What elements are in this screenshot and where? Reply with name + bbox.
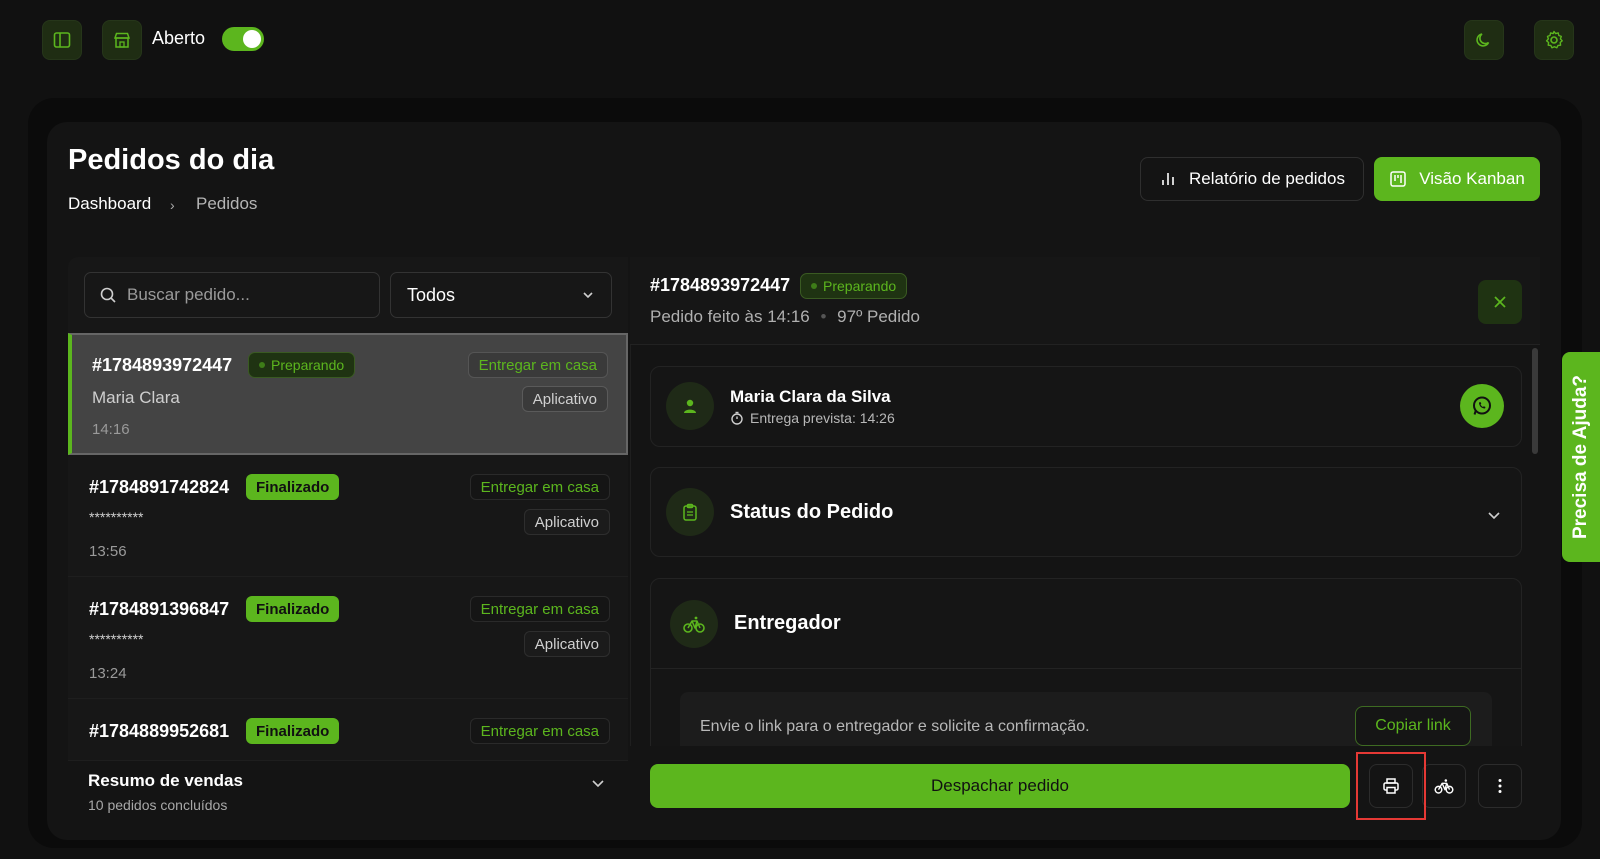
status-badge: Finalizado	[246, 718, 340, 744]
courier-section-icon	[670, 600, 718, 648]
order-card[interactable]: #1784891742824 Finalizado Entregar em ca…	[68, 457, 628, 577]
delivery-type-tag: Entregar em casa	[469, 596, 610, 622]
customer-name: Maria Clara	[92, 388, 180, 407]
store-icon	[113, 32, 131, 48]
status-section-icon	[666, 488, 714, 536]
chevron-down-icon	[1488, 512, 1500, 520]
order-id: #1784891396847	[89, 599, 230, 619]
settings-button[interactable]	[1534, 20, 1574, 60]
print-button-highlight	[1356, 752, 1426, 820]
delivery-type-tag: Entregar em casa	[469, 718, 610, 744]
gear-icon	[1545, 30, 1563, 49]
more-options-button[interactable]	[1478, 764, 1522, 808]
status-dot-icon	[259, 362, 265, 368]
search-input[interactable]	[127, 285, 357, 305]
status-badge: Preparando	[248, 352, 356, 378]
order-sequence-number: 97º Pedido	[837, 307, 920, 326]
sidebar-icon	[53, 32, 71, 48]
close-detail-button[interactable]	[1478, 280, 1522, 324]
sidebar-toggle-button[interactable]	[42, 20, 82, 60]
sales-summary-subtitle: 10 pedidos concluídos	[88, 797, 228, 813]
delivery-eta-text: Entrega prevista: 14:26	[750, 410, 895, 426]
delivery-type-tag: Entregar em casa	[467, 352, 608, 378]
detail-order-id: #1784893972447	[650, 275, 791, 295]
delivery-type-tag: Entregar em casa	[469, 474, 610, 500]
customer-name-masked: **********	[89, 509, 144, 525]
order-status-title: Status do Pedido	[730, 501, 894, 523]
order-time: 13:56	[89, 543, 127, 560]
breadcrumb-dashboard[interactable]: Dashboard	[68, 194, 151, 214]
sales-summary[interactable]: Resumo de vendas 10 pedidos concluídos	[68, 760, 628, 824]
courier-title: Entregador	[734, 612, 841, 634]
moon-icon	[1476, 33, 1490, 47]
chevron-down-icon	[583, 292, 593, 299]
help-tab-label: Precisa de Ajuda?	[1570, 374, 1591, 540]
timer-icon	[731, 411, 743, 425]
order-id: #1784893972447	[92, 355, 233, 375]
order-detail-header	[630, 257, 1540, 345]
customer-full-name: Maria Clara da Silva	[730, 387, 891, 406]
detail-status-badge: Preparando	[800, 273, 908, 299]
kanban-view-label: Visão Kanban	[1419, 169, 1525, 188]
search-icon	[100, 287, 116, 303]
status-badge-label: Preparando	[271, 357, 345, 373]
assign-courier-button[interactable]	[1422, 764, 1466, 808]
dispatch-order-button[interactable]: Despachar pedido	[650, 764, 1350, 808]
status-filter-select[interactable]: Todos	[390, 272, 612, 318]
chevron-down-icon	[592, 780, 604, 788]
meta-separator-dot-icon: •	[820, 307, 827, 326]
clipboard-icon	[683, 503, 697, 521]
sales-summary-title: Resumo de vendas	[88, 771, 243, 790]
courier-link-hint: Envie o link para o entregador e solicit…	[700, 718, 1090, 735]
breadcrumb-pedidos: Pedidos	[196, 194, 258, 213]
orders-report-button[interactable]: Relatório de pedidos	[1140, 157, 1364, 201]
order-time: 13:24	[89, 665, 127, 682]
store-button[interactable]	[102, 20, 142, 60]
kanban-icon	[1390, 171, 1406, 187]
status-badge: Finalizado	[246, 474, 340, 500]
order-card[interactable]: #1784891396847 Finalizado Entregar em ca…	[68, 579, 628, 699]
order-card-active[interactable]: #1784893972447 Preparando Entregar em ca…	[68, 333, 628, 455]
kanban-view-button[interactable]: Visão Kanban	[1374, 157, 1540, 201]
detail-order-meta: Pedido feito às 14:16 • 97º Pedido	[650, 307, 920, 327]
search-box	[84, 272, 380, 318]
detail-scrollbar[interactable]	[1532, 348, 1538, 454]
order-id: #1784891742824	[89, 477, 230, 497]
help-tab[interactable]: Precisa de Ajuda?	[1562, 352, 1600, 562]
order-placed-time: Pedido feito às 14:16	[650, 307, 810, 326]
user-avatar	[666, 382, 714, 430]
channel-tag: Aplicativo	[523, 631, 610, 657]
channel-tag: Aplicativo	[523, 509, 610, 535]
page-title: Pedidos do dia	[68, 144, 275, 176]
more-vertical-icon	[1498, 779, 1502, 793]
orders-report-label: Relatório de pedidos	[1189, 169, 1345, 188]
customer-name-masked: **********	[89, 631, 144, 647]
status-filter-value: Todos	[407, 284, 456, 305]
status-dot-icon	[811, 283, 817, 289]
order-id: #1784889952681	[89, 721, 230, 741]
user-icon	[684, 399, 696, 413]
store-open-toggle[interactable]	[222, 27, 264, 51]
bicycle-icon	[683, 616, 705, 633]
status-badge: Finalizado	[246, 596, 340, 622]
toggle-knob	[243, 30, 261, 48]
whatsapp-icon	[1473, 396, 1491, 415]
bicycle-icon	[1434, 779, 1454, 794]
divider	[651, 668, 1521, 669]
order-card[interactable]: #1784889952681 Finalizado Entregar em ca…	[68, 701, 628, 761]
close-icon	[1494, 296, 1506, 308]
theme-toggle-button[interactable]	[1464, 20, 1504, 60]
detail-status-label: Preparando	[823, 278, 897, 294]
order-time: 14:16	[92, 421, 130, 438]
bar-chart-icon	[1162, 173, 1174, 185]
breadcrumb-separator-icon: ›	[170, 197, 175, 213]
whatsapp-button[interactable]	[1460, 384, 1504, 428]
copy-link-button[interactable]: Copiar link	[1355, 706, 1471, 746]
store-status-label: Aberto	[152, 28, 206, 48]
delivery-eta: Entrega prevista: 14:26	[730, 410, 895, 426]
channel-tag: Aplicativo	[521, 386, 608, 412]
